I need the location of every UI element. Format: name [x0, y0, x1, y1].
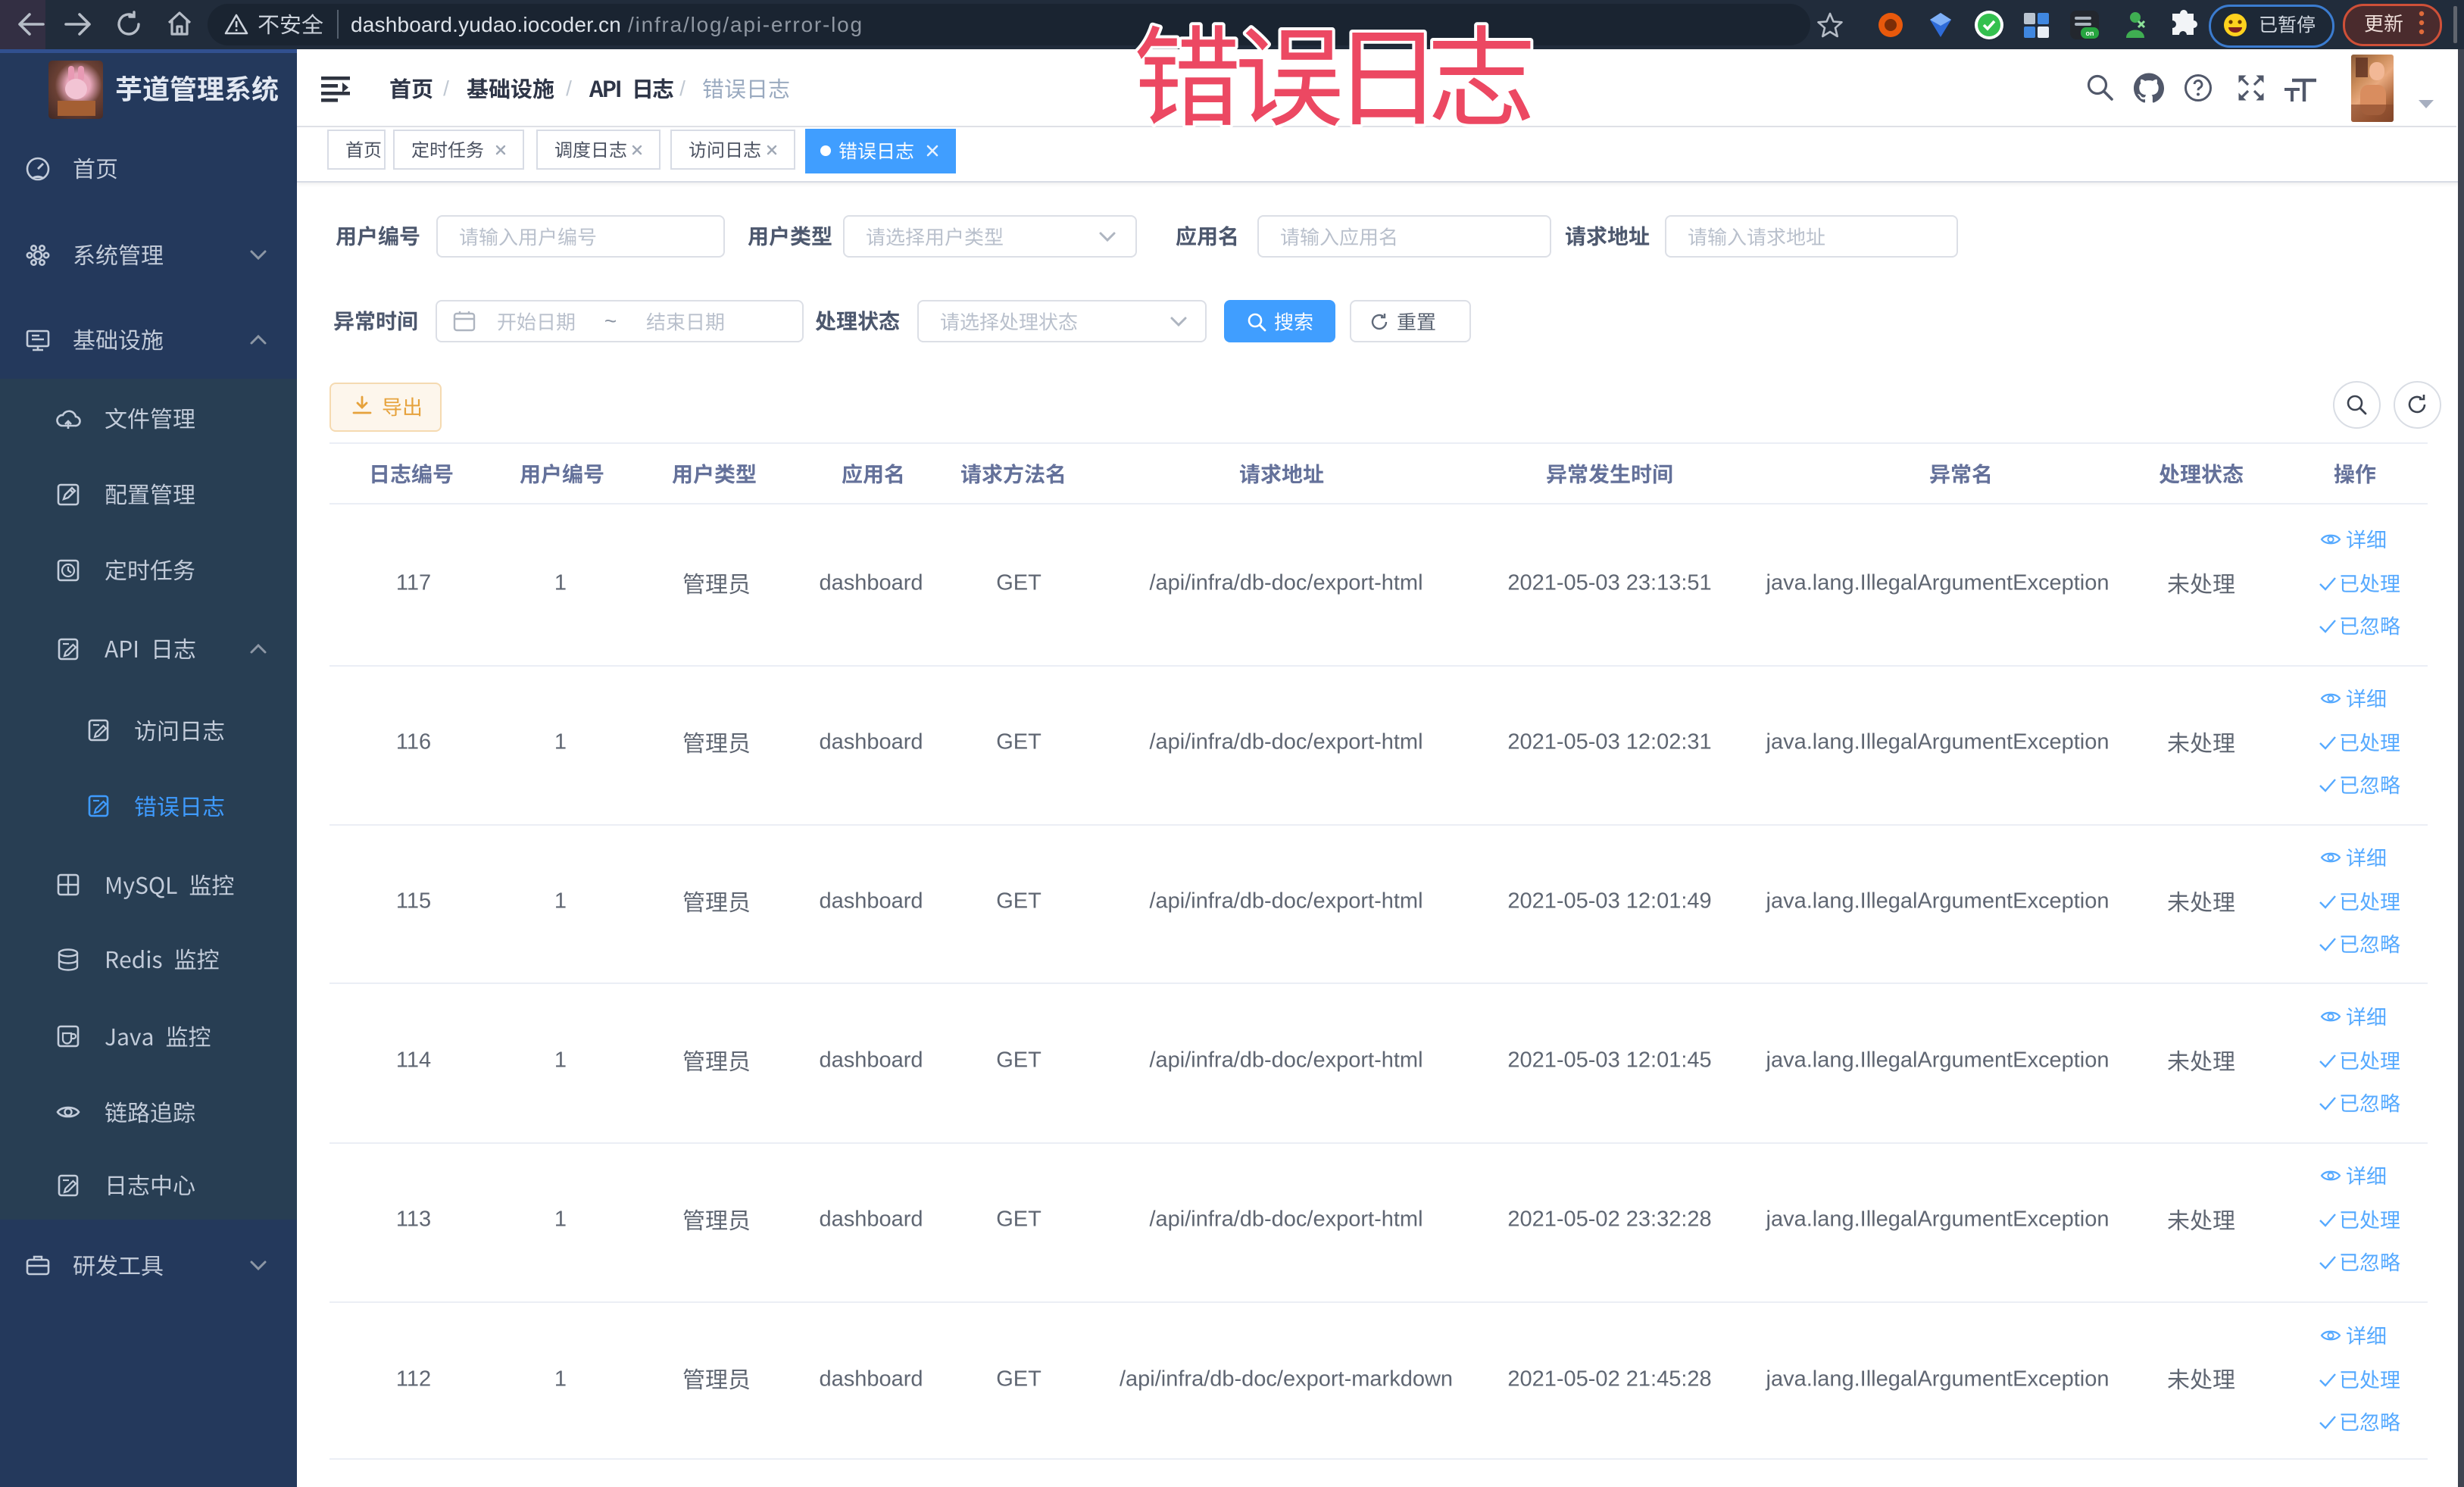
- svg-text:on: on: [2086, 30, 2094, 37]
